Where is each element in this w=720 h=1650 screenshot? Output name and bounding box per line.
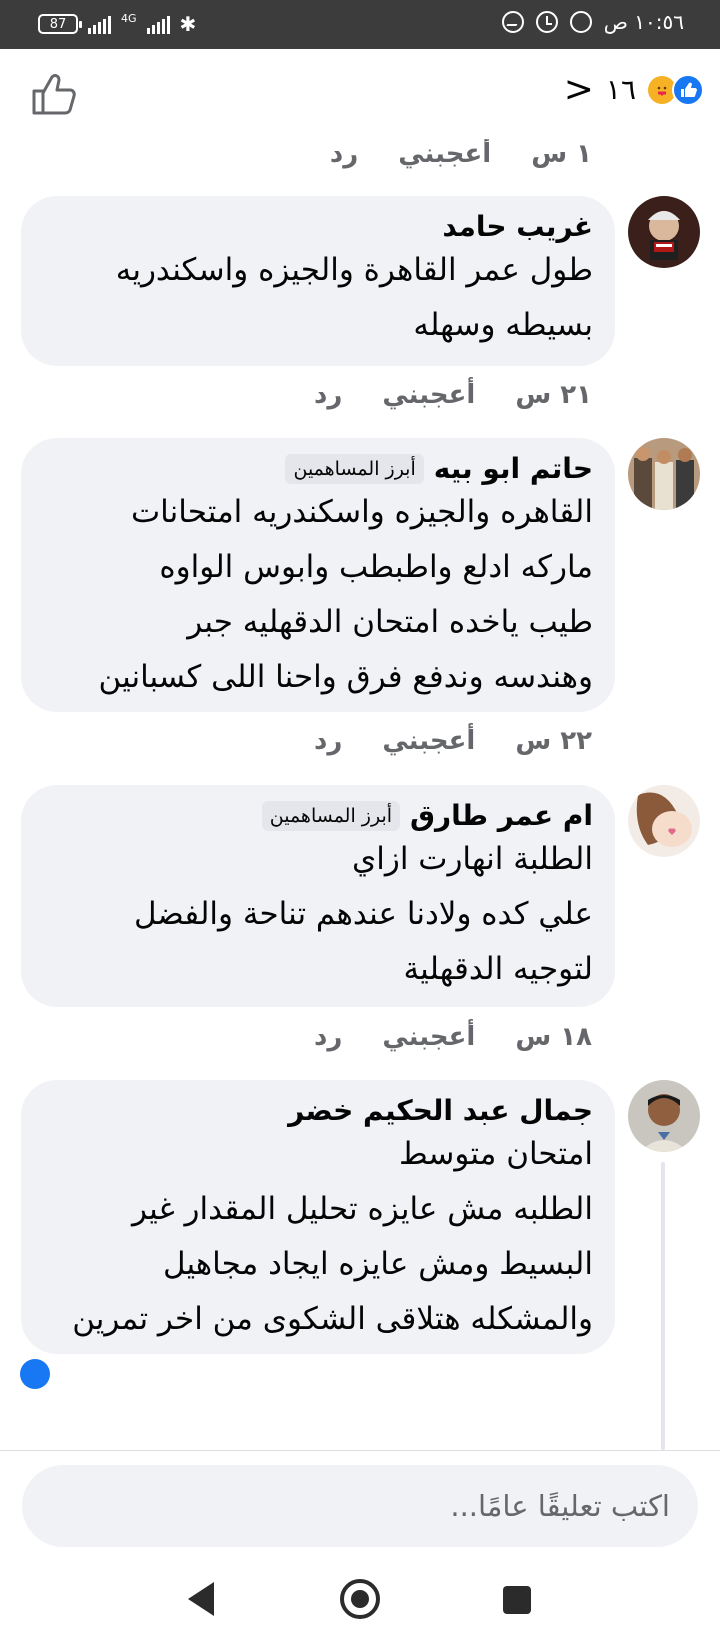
like-comment-button[interactable]: أعجبني (382, 726, 475, 756)
system-nav-bar (0, 1560, 720, 1650)
reply-button[interactable]: رد (330, 139, 358, 169)
nav-home-icon[interactable] (340, 1579, 380, 1619)
messenger-icon (501, 11, 524, 33)
comment-bubble: ام عمر طارق أبرز المساهمين الطلبة انهارت… (21, 785, 615, 1007)
comment-text: الطلبة انهارت ازاي علي كده ولادنا عندهم … (133, 841, 593, 987)
battery-level: 87 (49, 16, 67, 32)
avatar[interactable] (628, 196, 700, 268)
comment-time: ٢١ س (515, 380, 592, 410)
comment-actions: ٢١ س أعجبني رد (314, 380, 592, 410)
reply-button[interactable]: رد (314, 1022, 342, 1052)
like-post-button[interactable] (30, 71, 78, 117)
comment-bubble: غريب حامد طول عمر القاهرة والجيزه واسكند… (21, 196, 615, 366)
comment-author[interactable]: حاتم ابو بيه (434, 452, 593, 485)
reply-thread-line (661, 1162, 665, 1450)
comment-header: غريب حامد (43, 210, 593, 243)
avatar[interactable] (628, 1080, 700, 1152)
comment-actions: ١ س أعجبني رد (330, 139, 592, 169)
top-contributor-badge: أبرز المساهمين (285, 453, 424, 484)
status-right: ١٠:٥٦ ص (501, 10, 684, 34)
comment-header: ام عمر طارق أبرز المساهمين (43, 799, 593, 832)
comment-header: حاتم ابو بيه أبرز المساهمين (43, 452, 593, 485)
comment-composer (0, 1450, 720, 1560)
comment-author[interactable]: جمال عبد الحكيم خضر (288, 1094, 593, 1127)
chevron-left-icon[interactable]: < (564, 71, 594, 107)
comment-header: جمال عبد الحكيم خضر (43, 1094, 593, 1127)
like-comment-button[interactable]: أعجبني (398, 139, 491, 169)
comments-header: ١٦ < (0, 49, 720, 139)
status-time: ١٠:٥٦ ص (603, 10, 684, 34)
status-left: 87 4G ✱ (38, 12, 196, 36)
mute-icon (569, 11, 592, 33)
comment-time: ١ س (531, 139, 592, 169)
comment-author[interactable]: ام عمر طارق (410, 799, 593, 832)
comment-bubble: جمال عبد الحكيم خضر امتحان متوسط الطلبه … (21, 1080, 615, 1354)
alarm-icon (535, 11, 558, 33)
nav-recents-icon[interactable] (503, 1586, 531, 1614)
comment-text: امتحان متوسط الطلبه مش عايزه تحليل المقد… (72, 1136, 593, 1337)
signal-icon (88, 14, 111, 34)
avatar[interactable] (628, 438, 700, 510)
like-comment-button[interactable]: أعجبني (382, 380, 475, 410)
status-bar: 87 4G ✱ ١٠:٥٦ ص (0, 0, 720, 49)
signal-icon-2 (146, 14, 170, 34)
comment-actions: ٢٢ س أعجبني رد (314, 726, 592, 756)
bluetooth-icon: ✱ (179, 12, 197, 36)
comment-bubble: حاتم ابو بيه أبرز المساهمين القاهره والج… (21, 438, 615, 712)
like-reaction-icon (20, 1359, 50, 1389)
reply-button[interactable]: رد (314, 380, 342, 410)
comment-actions: ١٨ س أعجبني رد (314, 1022, 592, 1052)
reply-button[interactable]: رد (314, 726, 342, 756)
reactions-summary[interactable]: ١٦ < (564, 71, 704, 107)
thumbs-up-icon (32, 74, 76, 115)
nav-back-icon[interactable] (188, 1582, 214, 1616)
reaction-count: ١٦ (605, 73, 636, 106)
comment-input[interactable] (22, 1465, 698, 1547)
like-reaction-icon (672, 73, 704, 106)
top-contributor-badge: أبرز المساهمين (261, 800, 401, 831)
network-type: 4G (121, 11, 137, 25)
battery-icon: 87 (38, 14, 82, 34)
comment-text: طول عمر القاهرة والجيزه واسكندريه بسيطه … (115, 252, 593, 343)
comment-list: ١ س أعجبني رد غريب حامد طول عمر القاهرة … (0, 139, 720, 1450)
like-comment-button[interactable]: أعجبني (382, 1022, 475, 1052)
comment-time: ٢٢ س (515, 726, 592, 756)
comment-text: القاهره والجيزه واسكندريه امتحانات ماركه… (98, 494, 593, 695)
avatar[interactable] (628, 785, 700, 857)
comment-time: ١٨ س (515, 1022, 592, 1052)
comment-author[interactable]: غريب حامد (442, 210, 593, 243)
